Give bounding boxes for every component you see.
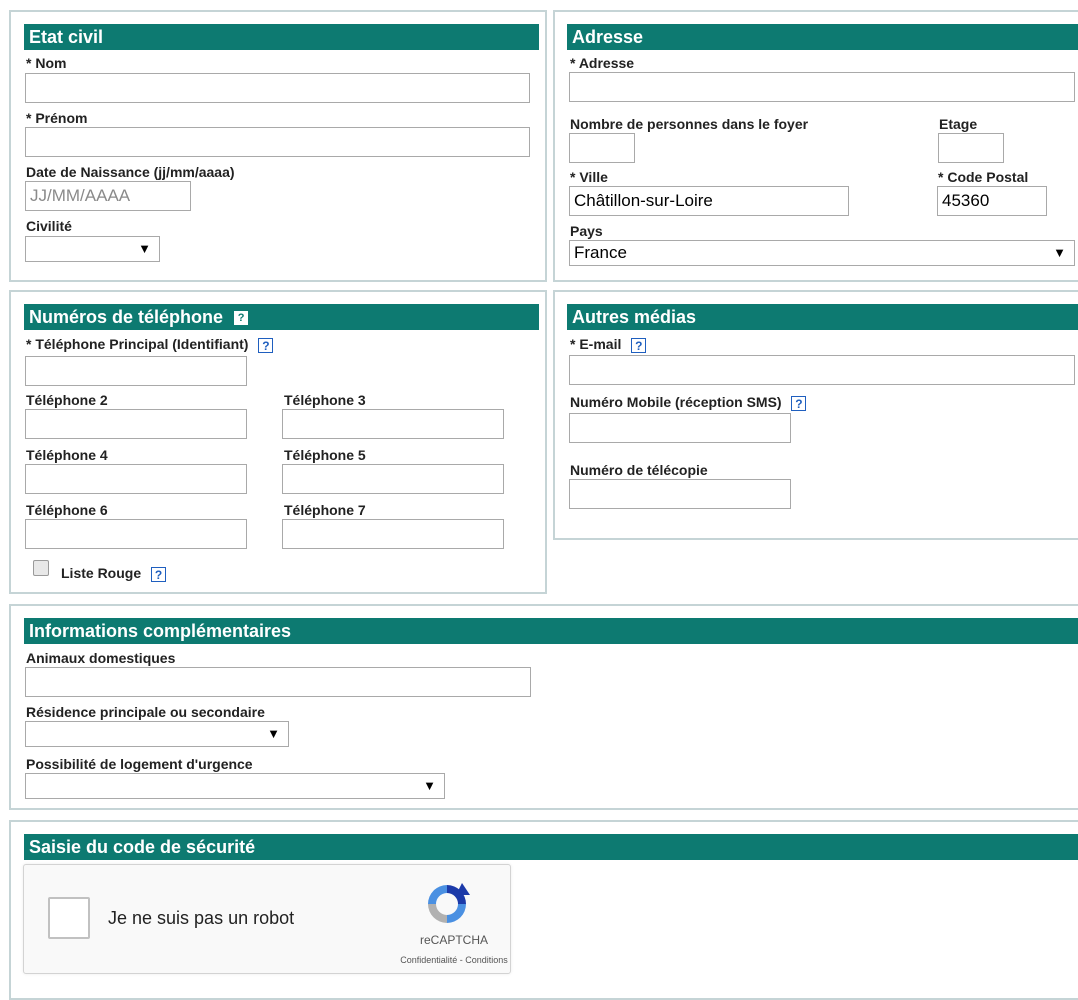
liste-rouge-checkbox[interactable] bbox=[33, 560, 49, 576]
tel4-input[interactable] bbox=[25, 464, 247, 494]
prenom-input[interactable] bbox=[25, 127, 530, 157]
infos-panel: Informations complémentaires Animaux dom… bbox=[9, 604, 1078, 810]
mobile-label-text: Numéro Mobile (réception SMS) bbox=[570, 394, 782, 410]
residence-select[interactable]: ▼ bbox=[25, 721, 289, 747]
ville-input[interactable] bbox=[569, 186, 849, 216]
mobile-input[interactable] bbox=[569, 413, 791, 443]
etage-label: Etage bbox=[939, 116, 978, 132]
tel3-label: Téléphone 3 bbox=[284, 392, 366, 408]
autres-medias-header: Autres médias bbox=[567, 304, 1078, 330]
chevron-down-icon: ▼ bbox=[267, 726, 280, 741]
telephones-panel: Numéros de téléphone ? * Téléphone Princ… bbox=[9, 290, 547, 594]
fax-input[interactable] bbox=[569, 479, 791, 509]
securite-header: Saisie du code de sécurité bbox=[24, 834, 1078, 860]
etat-civil-header: Etat civil bbox=[24, 24, 539, 50]
tel5-label: Téléphone 5 bbox=[284, 447, 366, 463]
nom-label: * Nom bbox=[26, 55, 67, 71]
recaptcha-widget: Je ne suis pas un robot reCAPTCHA Confid… bbox=[23, 864, 511, 974]
telephones-header: Numéros de téléphone ? bbox=[24, 304, 539, 330]
naissance-input[interactable] bbox=[25, 181, 191, 211]
nb-personnes-label: Nombre de personnes dans le foyer bbox=[570, 116, 809, 132]
email-input[interactable] bbox=[569, 355, 1075, 385]
pays-value: France bbox=[574, 243, 627, 262]
pays-label: Pays bbox=[570, 223, 603, 239]
code-postal-input[interactable] bbox=[937, 186, 1047, 216]
tel-principal-input[interactable] bbox=[25, 356, 247, 386]
recaptcha-checkbox[interactable] bbox=[48, 897, 90, 939]
help-icon[interactable]: ? bbox=[631, 337, 647, 353]
adresse-input[interactable] bbox=[569, 72, 1075, 102]
animaux-label: Animaux domestiques bbox=[26, 650, 176, 666]
logement-label: Possibilité de logement d'urgence bbox=[26, 756, 253, 772]
fax-label: Numéro de télécopie bbox=[570, 462, 708, 478]
tel7-input[interactable] bbox=[282, 519, 504, 549]
tel-principal-label: * Téléphone Principal (Identifiant) ? bbox=[26, 336, 274, 353]
tel7-label: Téléphone 7 bbox=[284, 502, 366, 518]
prenom-label: * Prénom bbox=[26, 110, 88, 126]
adresse-label: * Adresse bbox=[570, 55, 635, 71]
tel4-label: Téléphone 4 bbox=[26, 447, 108, 463]
help-icon[interactable]: ? bbox=[234, 311, 249, 326]
code-postal-label: * Code Postal bbox=[938, 169, 1029, 185]
chevron-down-icon: ▼ bbox=[138, 241, 151, 256]
email-label-text: * E-mail bbox=[570, 336, 622, 352]
ville-label: * Ville bbox=[570, 169, 608, 185]
tel6-input[interactable] bbox=[25, 519, 247, 549]
nb-personnes-input[interactable] bbox=[569, 133, 635, 163]
liste-rouge-label: Liste Rouge ? bbox=[61, 565, 167, 582]
infos-header: Informations complémentaires bbox=[24, 618, 1078, 644]
email-label: * E-mail ? bbox=[570, 336, 647, 353]
autres-medias-panel: Autres médias * E-mail ? Numéro Mobile (… bbox=[553, 290, 1078, 540]
civilite-label: Civilité bbox=[26, 218, 72, 234]
tel6-label: Téléphone 6 bbox=[26, 502, 108, 518]
tel3-input[interactable] bbox=[282, 409, 504, 439]
liste-rouge-label-text: Liste Rouge bbox=[61, 565, 142, 581]
help-icon[interactable]: ? bbox=[151, 566, 167, 582]
help-icon[interactable]: ? bbox=[258, 337, 274, 353]
chevron-down-icon: ▼ bbox=[1053, 245, 1066, 260]
pays-select[interactable]: France ▼ bbox=[569, 240, 1075, 266]
residence-label: Résidence principale ou secondaire bbox=[26, 704, 265, 720]
tel2-label: Téléphone 2 bbox=[26, 392, 108, 408]
mobile-label: Numéro Mobile (réception SMS) ? bbox=[570, 394, 807, 411]
tel-principal-label-text: * Téléphone Principal (Identifiant) bbox=[26, 336, 249, 352]
recaptcha-links[interactable]: Confidentialité - Conditions bbox=[394, 955, 514, 965]
naissance-label: Date de Naissance (jj/mm/aaaa) bbox=[26, 164, 235, 180]
recaptcha-text: Je ne suis pas un robot bbox=[108, 908, 295, 928]
adresse-header: Adresse bbox=[567, 24, 1078, 50]
civilite-select[interactable]: ▼ bbox=[25, 236, 160, 262]
recaptcha-logo-icon bbox=[428, 883, 470, 923]
help-icon[interactable]: ? bbox=[791, 395, 807, 411]
recaptcha-brand: reCAPTCHA bbox=[419, 933, 488, 947]
etage-input[interactable] bbox=[938, 133, 1004, 163]
chevron-down-icon: ▼ bbox=[423, 778, 436, 793]
tel5-input[interactable] bbox=[282, 464, 504, 494]
telephones-title: Numéros de téléphone bbox=[29, 307, 224, 327]
adresse-panel: Adresse * Adresse Nombre de personnes da… bbox=[553, 10, 1078, 282]
animaux-input[interactable] bbox=[25, 667, 531, 697]
logement-select[interactable]: ▼ bbox=[25, 773, 445, 799]
nom-input[interactable] bbox=[25, 73, 530, 103]
etat-civil-panel: Etat civil * Nom * Prénom Date de Naissa… bbox=[9, 10, 547, 282]
tel2-input[interactable] bbox=[25, 409, 247, 439]
